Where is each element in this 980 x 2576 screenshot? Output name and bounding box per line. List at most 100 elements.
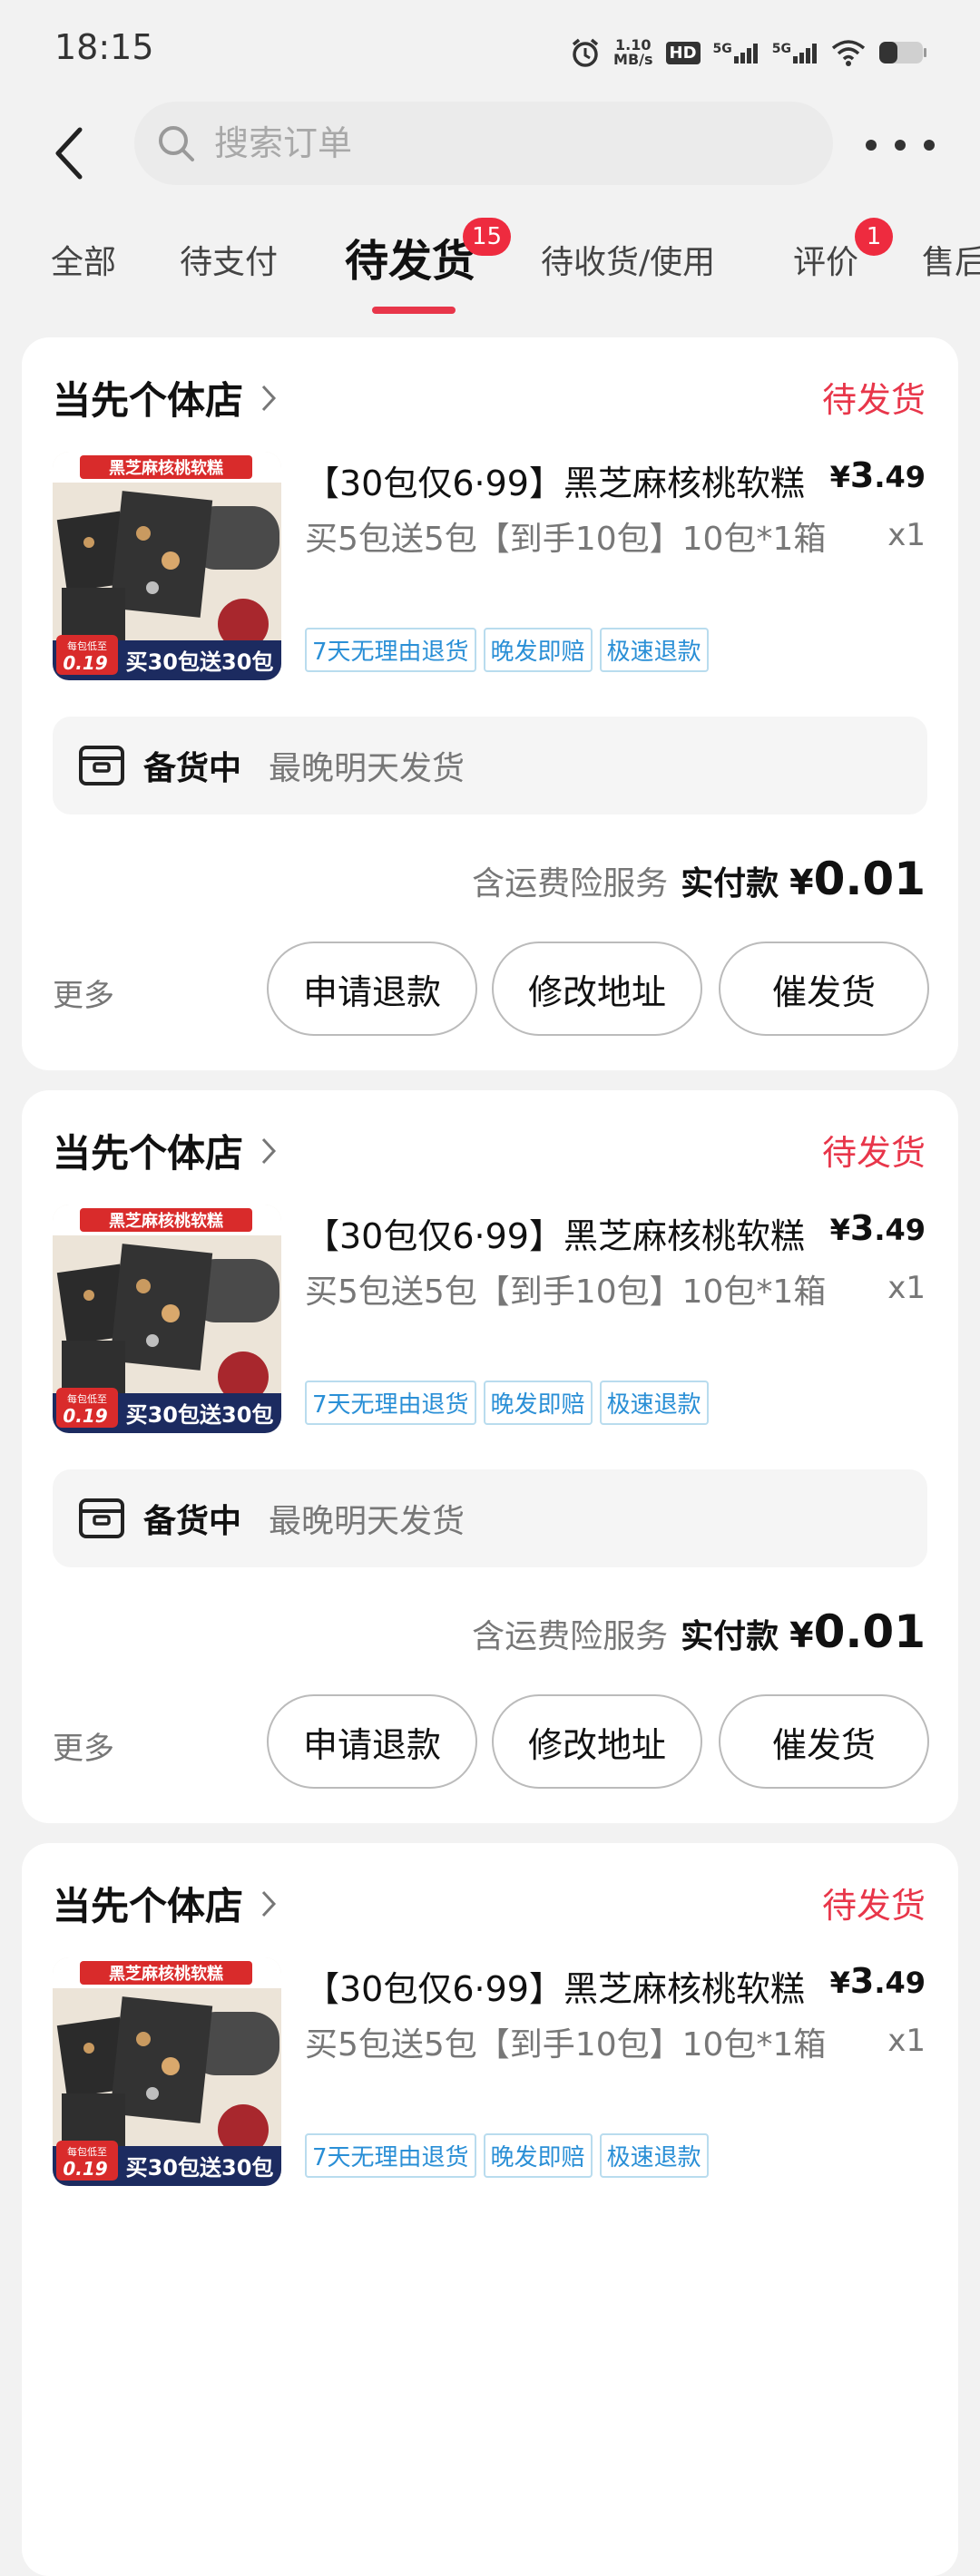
prep-status-note: 最晚明天发货 xyxy=(269,1503,466,1540)
hd-icon: HD xyxy=(665,41,701,64)
search-icon xyxy=(159,126,194,161)
order-status: 待发货 xyxy=(821,1886,926,1926)
prep-status-note: 最晚明天发货 xyxy=(269,750,466,787)
product-title[interactable]: 【30包仅6·99】黑芝麻核桃软糕 xyxy=(305,455,813,505)
status-bar: 18:15 1.10 MB/s HD 5G 5G xyxy=(0,0,980,100)
wifi-icon xyxy=(831,40,866,66)
order-card: 当先个体店 待发货 黑芝麻核桃软糕 每包低至 0.19 买30包送30包 【30… xyxy=(22,1090,958,1823)
product-price: ¥3.49 xyxy=(829,455,926,495)
service-tag: 晚发即赔 xyxy=(483,1381,593,1425)
chevron-right-icon xyxy=(261,385,277,411)
paid-amount: ¥0.01 xyxy=(789,1605,926,1658)
order-status: 待发货 xyxy=(821,1133,926,1173)
image-banner-text: 黑芝麻核桃软糕 xyxy=(109,1964,223,1984)
nav-bar xyxy=(0,100,980,218)
image-price-label: 每包低至 xyxy=(67,2145,107,2158)
urge-shipment-button[interactable]: 催发货 xyxy=(719,1694,929,1789)
request-refund-button[interactable]: 申请退款 xyxy=(267,1694,477,1789)
dot-icon xyxy=(924,140,935,151)
shop-link[interactable]: 当先个体店 xyxy=(53,1876,278,1931)
paid-amount-value: 0.01 xyxy=(813,1605,926,1658)
urge-shipment-button[interactable]: 催发货 xyxy=(719,942,929,1036)
service-tag: 7天无理由退货 xyxy=(305,628,476,672)
request-refund-button[interactable]: 申请退款 xyxy=(267,942,477,1036)
prep-status-label: 备货中 xyxy=(143,1503,242,1540)
service-tags: 7天无理由退货 晚发即赔 极速退款 xyxy=(305,1381,709,1425)
paid-amount-value: 0.01 xyxy=(813,853,926,905)
sim2-label: 5G xyxy=(771,42,791,56)
sim1-signal-icon: 5G xyxy=(713,42,760,63)
tab-pending-receipt[interactable]: 待收货/使用 xyxy=(541,236,715,283)
payment-summary: 含运费险服务 实付款 ¥0.01 xyxy=(472,1605,926,1658)
service-tag: 晚发即赔 xyxy=(483,2133,593,2178)
product-image[interactable]: 黑芝麻核桃软糕 每包低至 0.19 买30包送30包 xyxy=(53,1957,281,2186)
payment-summary: 含运费险服务 实付款 ¥0.01 xyxy=(472,853,926,905)
shipping-insurance-note: 含运费险服务 xyxy=(472,1618,669,1655)
tab-badge-pending-shipment: 15 xyxy=(463,218,512,256)
price-decimal: .49 xyxy=(874,1213,926,1247)
active-tab-indicator xyxy=(372,307,456,314)
product-title[interactable]: 【30包仅6·99】黑芝麻核桃软糕 xyxy=(305,1961,813,2011)
box-icon xyxy=(79,746,124,785)
product-quantity: x1 xyxy=(887,517,926,553)
shipping-insurance-note: 含运费险服务 xyxy=(472,865,669,903)
image-banner-text: 黑芝麻核桃软糕 xyxy=(109,458,223,478)
price-integer: 3 xyxy=(849,455,875,495)
more-actions-link[interactable]: 更多 xyxy=(53,1723,114,1768)
image-caption: 买30包送30包 xyxy=(126,2155,274,2181)
product-spec: 买5包送5包【到手10包】10包*1箱 xyxy=(305,2026,827,2064)
tab-badge-review: 1 xyxy=(855,218,893,256)
back-button[interactable] xyxy=(44,112,94,194)
tab-after-sales[interactable]: 售后 xyxy=(922,236,980,283)
product-image[interactable]: 黑芝麻核桃软糕 每包低至 0.19 买30包送30包 xyxy=(53,1205,281,1433)
dot-icon xyxy=(866,140,877,151)
shipment-progress[interactable]: 备货中 最晚明天发货 xyxy=(53,717,927,815)
image-price: 0.19 xyxy=(63,652,107,674)
product-quantity: x1 xyxy=(887,2023,926,2059)
image-price-label: 每包低至 xyxy=(67,639,107,652)
search-input[interactable] xyxy=(212,122,757,164)
image-price: 0.19 xyxy=(63,2158,107,2180)
shop-link[interactable]: 当先个体店 xyxy=(53,1123,278,1178)
chevron-right-icon xyxy=(261,1890,277,1917)
hd-label: HD xyxy=(665,41,701,64)
service-tag: 极速退款 xyxy=(599,628,709,672)
shop-name: 当先个体店 xyxy=(53,1131,244,1176)
product-image[interactable]: 黑芝麻核桃软糕 每包低至 0.19 买30包送30包 xyxy=(53,452,281,680)
product-spec: 买5包送5包【到手10包】10包*1箱 xyxy=(305,1273,827,1311)
search-box[interactable] xyxy=(134,102,833,185)
prep-status-label: 备货中 xyxy=(143,750,242,787)
modify-address-button[interactable]: 修改地址 xyxy=(492,942,702,1036)
modify-address-button[interactable]: 修改地址 xyxy=(492,1694,702,1789)
price-decimal: .49 xyxy=(874,1966,926,2000)
paid-amount-label: 实付款 xyxy=(681,865,779,903)
alarm-icon xyxy=(572,38,599,67)
more-actions-link[interactable]: 更多 xyxy=(53,971,114,1015)
order-status: 待发货 xyxy=(821,380,926,420)
tab-all[interactable]: 全部 xyxy=(51,236,116,283)
net-speed-unit: MB/s xyxy=(613,51,653,68)
battery-icon xyxy=(879,42,926,63)
shipment-progress[interactable]: 备货中 最晚明天发货 xyxy=(53,1469,927,1567)
service-tags: 7天无理由退货 晚发即赔 极速退款 xyxy=(305,628,709,672)
tab-review[interactable]: 评价 xyxy=(793,236,858,283)
tab-pending-payment[interactable]: 待支付 xyxy=(180,236,278,283)
order-card: 当先个体店 待发货 黑芝麻核桃软糕 每包低至 0.19 买30包送30包 【30… xyxy=(22,337,958,1070)
service-tag: 极速退款 xyxy=(599,2133,709,2178)
product-title[interactable]: 【30包仅6·99】黑芝麻核桃软糕 xyxy=(305,1208,813,1258)
image-banner-text: 黑芝麻核桃软糕 xyxy=(109,1211,223,1231)
product-quantity: x1 xyxy=(887,1270,926,1306)
net-speed: 1.10 MB/s xyxy=(613,38,652,67)
order-card: 当先个体店 待发货 黑芝麻核桃软糕 每包低至 0.19 买30包送30包 【30… xyxy=(22,1843,958,2576)
product-price: ¥3.49 xyxy=(829,1961,926,2001)
paid-amount: ¥0.01 xyxy=(789,853,926,905)
shop-link[interactable]: 当先个体店 xyxy=(53,370,278,425)
chevron-right-icon xyxy=(261,1137,277,1164)
service-tag: 7天无理由退货 xyxy=(305,1381,476,1425)
paid-amount-label: 实付款 xyxy=(681,1618,779,1655)
tab-pending-shipment[interactable]: 待发货 xyxy=(345,225,475,288)
status-icons: 1.10 MB/s HD 5G 5G xyxy=(570,31,927,74)
service-tag: 晚发即赔 xyxy=(483,628,593,672)
price-integer: 3 xyxy=(849,1961,875,2001)
more-options-button[interactable] xyxy=(866,127,935,163)
